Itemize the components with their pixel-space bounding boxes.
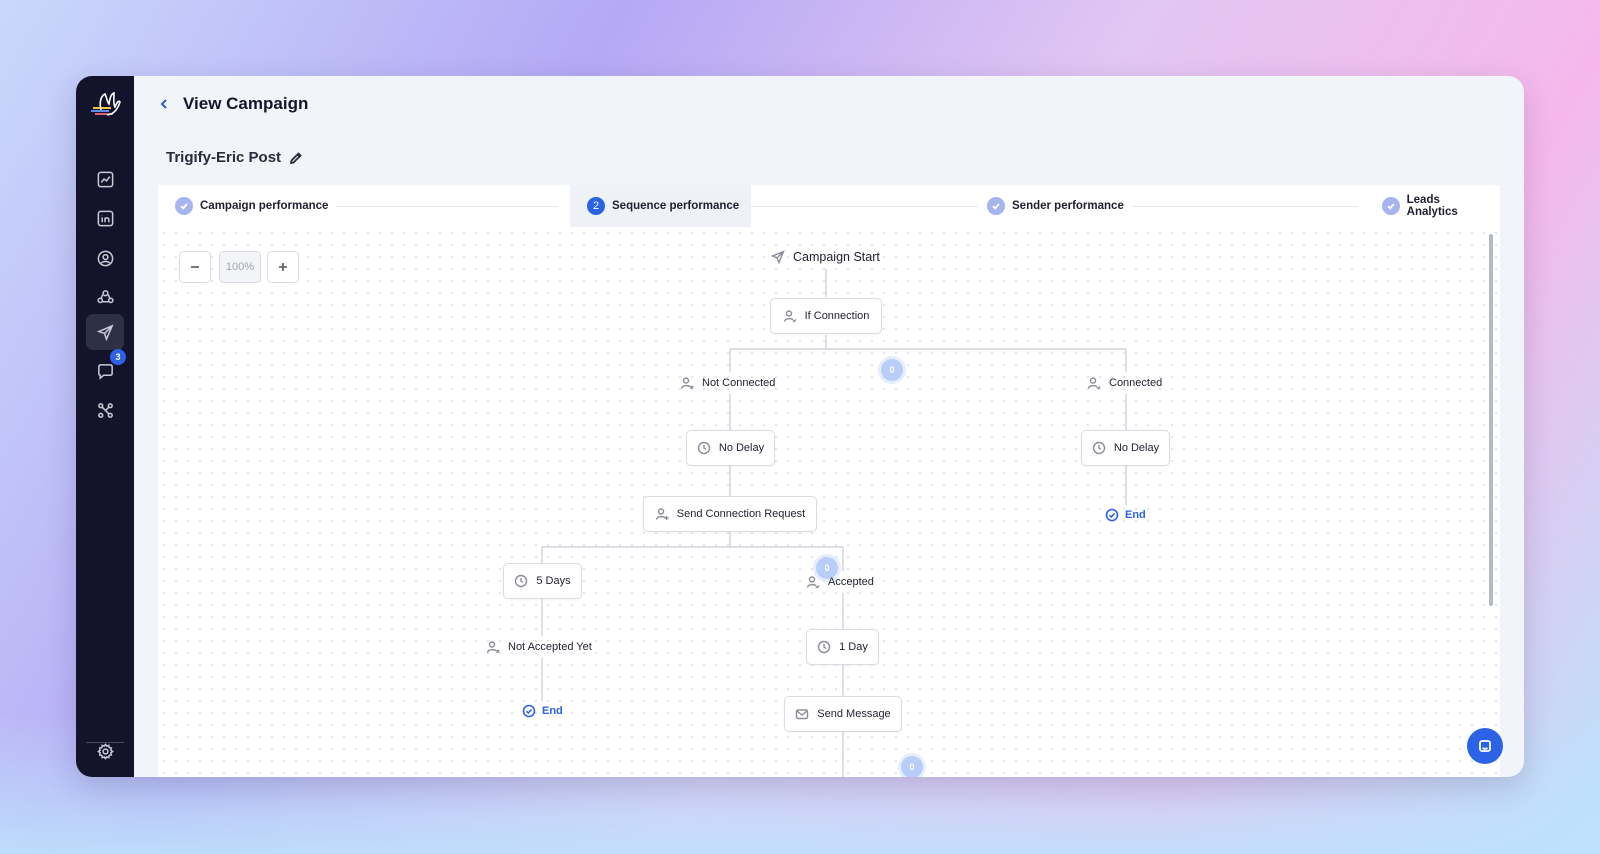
sidebar-item-profile[interactable]	[86, 240, 124, 276]
flow-node-1-day[interactable]: 1 Day	[806, 629, 879, 665]
canvas-scrollbar[interactable]	[1489, 234, 1493, 606]
sidebar-item-campaigns[interactable]	[86, 314, 124, 350]
chat-icon	[97, 363, 113, 380]
flow-node-send-message[interactable]: Send Message	[784, 696, 902, 732]
flow-node-5-days[interactable]: 5 Days	[503, 563, 582, 599]
team-icon	[96, 289, 114, 303]
tab-sender-performance[interactable]: Sender performance	[979, 185, 1132, 227]
user-check-icon	[783, 310, 797, 323]
flow-node-if-connection[interactable]: If Connection	[770, 298, 882, 334]
sequence-canvas[interactable]: 100% Campaign Start If Connection 0 Not …	[158, 227, 1500, 777]
campaign-name: Trigify-Eric Post	[166, 149, 282, 166]
clock-icon	[1092, 441, 1106, 455]
brand-logo[interactable]	[87, 88, 123, 118]
chart-icon	[97, 171, 113, 187]
tab-label: Campaign performance	[200, 200, 329, 212]
sidebar-item-integrations[interactable]	[86, 392, 124, 428]
check-icon	[987, 197, 1005, 215]
flow-end: End	[522, 701, 563, 721]
clock-icon	[817, 640, 831, 654]
sidebar-item-linkedin[interactable]	[86, 200, 124, 236]
app-window: 3 View Campaign Trigify-Eric Post Campai…	[76, 76, 1524, 777]
integrations-icon	[97, 402, 113, 418]
tab-connector	[1118, 206, 1358, 207]
count-bubble: 0	[901, 756, 923, 777]
user-x-icon	[486, 641, 500, 653]
flow-end: End	[1105, 505, 1146, 525]
flow-node-no-delay[interactable]: No Delay	[686, 430, 775, 466]
clock-icon	[515, 574, 528, 588]
tab-sequence-performance[interactable]: 2 Sequence performance	[570, 185, 751, 227]
check-icon	[1382, 197, 1400, 215]
check-icon	[175, 197, 193, 215]
back-button[interactable]	[154, 93, 174, 115]
tab-label: Sequence performance	[612, 200, 740, 212]
tab-connector	[742, 206, 978, 207]
header: View Campaign	[134, 76, 1524, 134]
page-title: View Campaign	[183, 94, 309, 113]
sidebar-item-inbox[interactable]: 3	[86, 349, 126, 389]
flow-node-send-connection-request[interactable]: Send Connection Request	[643, 496, 817, 532]
campaign-name-row: Trigify-Eric Post	[166, 149, 303, 166]
user-check-icon	[1087, 377, 1101, 390]
check-circle-icon	[1105, 508, 1119, 522]
sidebar-item-analytics[interactable]	[86, 161, 124, 197]
flow-branch-not-accepted-yet: Not Accepted Yet	[486, 636, 592, 658]
tab-connector	[328, 206, 558, 207]
flow-branch-connected: Connected	[1087, 372, 1162, 394]
support-chat-button[interactable]	[1467, 728, 1503, 764]
performance-tabs: Campaign performance 2 Sequence performa…	[158, 185, 1500, 227]
flow-node-no-delay[interactable]: No Delay	[1081, 430, 1170, 466]
clock-icon	[697, 441, 711, 455]
tab-label: Sender performance	[1012, 200, 1124, 212]
flow-start: Campaign Start	[771, 246, 880, 268]
user-check-icon	[806, 576, 820, 589]
send-icon	[771, 250, 785, 264]
mail-icon	[796, 709, 809, 720]
flow-branch-accepted: Accepted	[806, 571, 874, 593]
gear-icon	[96, 742, 114, 760]
tab-label: Leads Analytics	[1406, 194, 1458, 218]
unread-badge: 3	[110, 349, 126, 365]
linkedin-icon	[97, 210, 113, 226]
send-icon	[96, 323, 114, 341]
step-number: 2	[587, 197, 605, 215]
count-bubble: 0	[881, 359, 903, 381]
chat-bubble-icon	[1479, 740, 1491, 752]
user-plus-icon	[655, 508, 669, 520]
user-x-icon	[680, 377, 694, 389]
check-circle-icon	[522, 704, 536, 718]
flow-branch-not-connected: Not Connected	[680, 372, 775, 394]
edit-pencil-icon[interactable]	[289, 151, 303, 165]
user-circle-icon	[97, 250, 113, 266]
sidebar-item-team[interactable]	[86, 279, 124, 315]
sidebar: 3	[76, 76, 134, 777]
tab-campaign-performance[interactable]: Campaign performance	[167, 185, 337, 227]
tab-leads-analytics[interactable]: Leads Analytics	[1374, 185, 1500, 227]
chevron-left-icon	[160, 99, 167, 109]
settings-button[interactable]	[86, 733, 124, 769]
